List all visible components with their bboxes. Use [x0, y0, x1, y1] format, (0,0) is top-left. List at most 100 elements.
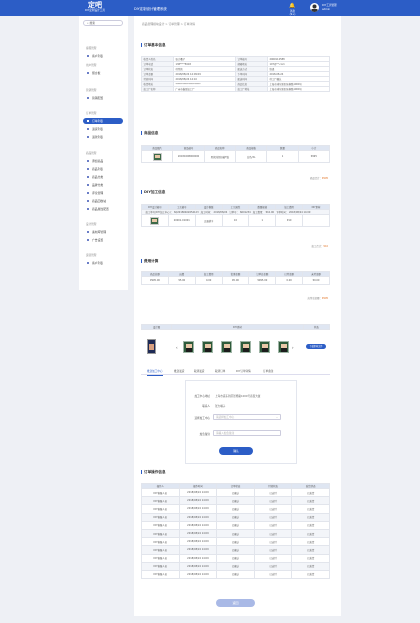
- log-cell: 2018/08/24 14:09: [178, 545, 218, 555]
- chevron-right-icon[interactable]: ›: [292, 345, 294, 350]
- section-product-info-title: 商品信息: [141, 131, 158, 135]
- logs-table: 操作人 操作时间 订单状态 付款状态 发货状态 DIY客服人员 2018/08/24 14…: [141, 483, 330, 580]
- sidebar-item-add-product[interactable]: 添加商品: [83, 158, 123, 164]
- sidebar-item-customer-list[interactable]: 客户列表: [83, 260, 123, 266]
- tab-cancel-ship[interactable]: 取消发货: [194, 369, 204, 375]
- sidebar-group-users[interactable]: 用户管理: [86, 63, 96, 67]
- avatar[interactable]: [310, 3, 319, 12]
- sidebar-group-orders[interactable]: 订单管理: [86, 111, 96, 115]
- fee-value: ¥995.00: [141, 276, 169, 285]
- material-image[interactable]: [202, 341, 213, 353]
- log-cell: 已支付: [253, 561, 293, 571]
- diy-table: DIY设计编号 工艺编号 设计模版 工艺属性 数量规格 加工费用 DIY素材 加工单号(DI…: [141, 204, 330, 227]
- sidebar-group-operations[interactable]: 运营管理: [86, 253, 96, 257]
- sidebar-group-products[interactable]: 商品管理: [86, 151, 96, 155]
- sidebar-group-marketing[interactable]: 营销管理: [86, 88, 96, 92]
- sidebar-item-materials[interactable]: 素材库管理: [83, 229, 123, 235]
- log-cell: 已确认: [216, 487, 255, 498]
- log-cell: 已支付: [253, 520, 293, 530]
- chevron-left-icon[interactable]: ‹: [176, 345, 178, 350]
- material-image[interactable]: [183, 341, 194, 353]
- sidebar-item-brands[interactable]: 品牌分类: [83, 182, 123, 188]
- sidebar-group-customer[interactable]: 客服管理: [86, 46, 96, 50]
- top-bar: 定吧 DIY定制设计工具 DIY定制设计管理系统 🔔 消息(9+) DIY工具管…: [0, 0, 420, 16]
- sidebar-item-returns[interactable]: 退货列表: [83, 126, 123, 132]
- tab-order-remark[interactable]: 订单备注: [263, 369, 273, 375]
- center-select[interactable]: 请选择加工中心 ⌄: [213, 414, 281, 420]
- return-icon: [87, 128, 90, 131]
- product-spec: 白色/XL: [234, 150, 268, 163]
- tab-diy-detail[interactable]: DIY订单详情: [236, 369, 251, 375]
- diy-sub-label: 下单时间: [276, 211, 286, 214]
- sidebar-item-product-list[interactable]: 商品列表: [83, 166, 123, 172]
- sidebar-item-recycle[interactable]: 商品回收站: [83, 198, 123, 204]
- field-label: 加工厂地址: [234, 86, 268, 92]
- material-image[interactable]: [240, 341, 251, 353]
- sidebar-item-ads[interactable]: 广告设置: [83, 237, 123, 243]
- diy-image[interactable]: [141, 214, 169, 227]
- center-label: 选择加工中心: [194, 417, 210, 420]
- product-image[interactable]: [140, 150, 174, 163]
- back-button[interactable]: 返回: [216, 599, 255, 607]
- search-input[interactable]: ⌕ 搜索: [83, 20, 123, 26]
- sidebar-item-refunds[interactable]: 退款列表: [83, 134, 123, 140]
- product-total-value: ¥995: [321, 177, 328, 180]
- tab-cancel-order[interactable]: 取消订单: [215, 369, 225, 375]
- log-cell: DIY客服人员: [141, 504, 180, 514]
- notifications-button[interactable]: 🔔 消息(9+): [288, 3, 297, 16]
- log-cell: 已支付: [253, 487, 293, 498]
- log-cell: DIY客服人员: [141, 496, 180, 506]
- tab-push-ship[interactable]: 推送发货: [174, 369, 184, 375]
- log-cell: 已确认: [216, 520, 255, 530]
- sidebar-group-design[interactable]: 设计管理: [86, 222, 96, 226]
- center-placeholder: 请选择加工中心: [216, 416, 235, 419]
- sidebar-item-orders[interactable]: 订单列表: [83, 118, 123, 124]
- log-cell: 2018/08/24 14:09: [178, 504, 218, 514]
- tab-push-center[interactable]: 推送加工中心: [147, 369, 163, 376]
- diy-sub-value: SR01234: [239, 211, 251, 214]
- table-row: DIY客服人员 2018/08/24 14:09 已确认 已支付 已发货: [141, 553, 330, 563]
- ad-icon: [87, 239, 90, 242]
- sidebar-item-customers[interactable]: 客户列表: [83, 53, 123, 59]
- product-name[interactable]: 男款纯色短袖T恤: [203, 150, 236, 163]
- material-image[interactable]: [278, 341, 289, 353]
- fee-value: ¥0.00: [221, 276, 250, 285]
- confirm-button[interactable]: 确认: [219, 447, 253, 455]
- design-preview[interactable]: [147, 339, 156, 354]
- product-total: 商品合计：¥995: [310, 176, 328, 180]
- table-row: 20001-01001 正面绣字 10 1 ¥10: [141, 214, 330, 227]
- remark-input[interactable]: 请输入加急备注: [213, 430, 281, 436]
- log-cell: DIY客服人员: [141, 512, 180, 522]
- download-materials-button[interactable]: 下载素材文件: [306, 344, 326, 349]
- bell-icon: 🔔: [289, 3, 296, 9]
- material-image[interactable]: [221, 341, 232, 353]
- comment-icon: [87, 192, 90, 195]
- product-code: 20180208000000: [172, 150, 205, 163]
- category-icon: [87, 176, 90, 179]
- log-cell: DIY客服人员: [141, 487, 180, 498]
- sidebar-item-attributes[interactable]: 商品属性配置: [83, 206, 123, 212]
- section-basic-info-title: 订单基本信息: [141, 43, 166, 47]
- diy-template: 正面绣字: [194, 214, 223, 227]
- table-row: DIY客服人员 2018/08/24 14:09 已确认 已支付 已发货: [141, 496, 330, 506]
- sidebar-item-messages[interactable]: 留言板: [83, 70, 123, 76]
- log-cell: 已发货: [291, 545, 330, 555]
- sidebar-item-reviews[interactable]: 评论管理: [83, 190, 123, 196]
- diy-subheader-row: 加工单号(DIY加工中心)：SQ20180402654123 加工时间：2018/…: [141, 209, 330, 215]
- log-cell: 已发货: [291, 520, 330, 530]
- fees-total: 应付总金额：¥995: [308, 296, 328, 300]
- fees-total-label: 应付总金额：: [307, 297, 322, 300]
- log-cell: 已确认: [216, 553, 255, 563]
- log-cell: DIY客服人员: [141, 545, 180, 555]
- sidebar-item-marketing[interactable]: 营销配置: [83, 95, 123, 101]
- design-header: 设计图 DIY素材 状态: [140, 324, 331, 330]
- log-cell: DIY客服人员: [141, 553, 180, 563]
- log-cell: 已发货: [291, 496, 330, 506]
- material-image[interactable]: [259, 341, 270, 353]
- log-cell: 已支付: [253, 545, 293, 555]
- log-cell: 已发货: [291, 561, 330, 571]
- log-cell: 已发货: [291, 528, 330, 539]
- user-info[interactable]: DIY工具管理 admin: [322, 4, 337, 11]
- sidebar-item-categories[interactable]: 商品分类: [83, 174, 123, 180]
- contact-value: 张大嘴子: [215, 405, 226, 408]
